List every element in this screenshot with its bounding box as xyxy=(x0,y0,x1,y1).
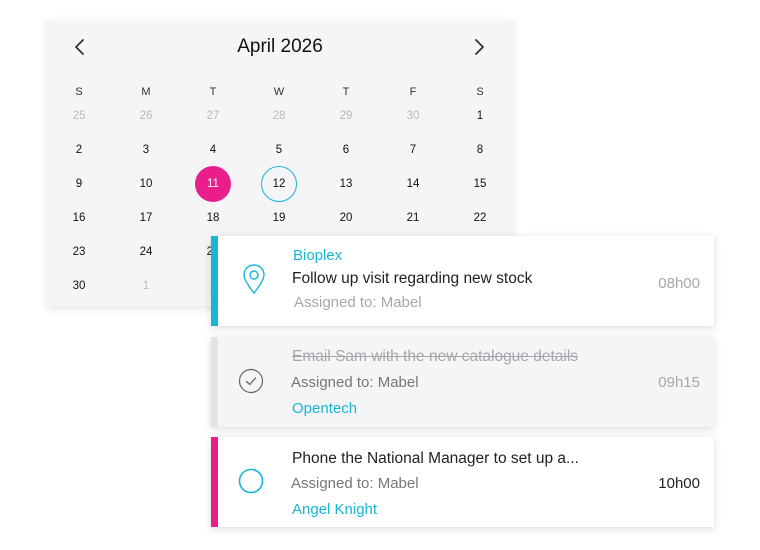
task-accent-bar xyxy=(211,437,218,527)
task-company[interactable]: Bioplex xyxy=(293,247,342,264)
calendar-day[interactable]: 28 xyxy=(261,98,297,134)
calendar-day[interactable]: 10 xyxy=(128,166,164,202)
calendar-day-today[interactable]: 11 xyxy=(195,166,231,202)
task-company[interactable]: Angel Knight xyxy=(292,501,377,518)
task-card-completed[interactable]: Email Sam with the new catalogue details… xyxy=(211,337,714,427)
task-time: 10h00 xyxy=(658,475,700,492)
weekday-label: S xyxy=(75,86,83,98)
calendar-day[interactable]: 30 xyxy=(61,268,97,304)
task-company[interactable]: Opentech xyxy=(292,400,357,417)
calendar-day[interactable]: 15 xyxy=(462,166,498,202)
weekday-label: S xyxy=(476,86,484,98)
calendar-day[interactable]: 1 xyxy=(128,268,164,304)
location-pin-icon xyxy=(241,263,267,300)
calendar-day[interactable]: 16 xyxy=(61,200,97,236)
calendar-day[interactable]: 29 xyxy=(328,98,364,134)
empty-circle-icon[interactable] xyxy=(238,468,264,499)
calendar-day[interactable]: 21 xyxy=(395,200,431,236)
calendar-day[interactable]: 24 xyxy=(128,234,164,270)
calendar-day[interactable]: 5 xyxy=(261,132,297,168)
calendar-day[interactable]: 19 xyxy=(261,200,297,236)
task-time: 08h00 xyxy=(658,275,700,292)
calendar-day[interactable]: 1 xyxy=(462,98,498,134)
task-card[interactable]: Phone the National Manager to set up a..… xyxy=(211,437,714,527)
calendar-day[interactable]: 4 xyxy=(195,132,231,168)
calendar-day[interactable]: 23 xyxy=(61,234,97,270)
calendar-day[interactable]: 2 xyxy=(61,132,97,168)
calendar-day[interactable]: 25 xyxy=(61,98,97,134)
calendar-week-row: 30123456 xyxy=(47,20,513,292)
calendar-day[interactable]: 14 xyxy=(395,166,431,202)
calendar-day[interactable]: 26 xyxy=(128,98,164,134)
checkmark-circle-icon[interactable] xyxy=(238,368,264,399)
calendar-day[interactable]: 8 xyxy=(462,132,498,168)
calendar-day[interactable]: 3 xyxy=(128,132,164,168)
calendar-day[interactable]: 22 xyxy=(462,200,498,236)
calendar-day[interactable]: 27 xyxy=(195,98,231,134)
task-time: 09h15 xyxy=(658,374,700,391)
task-assignee: Assigned to: Mabel xyxy=(294,294,422,311)
calendar-day[interactable]: 30 xyxy=(395,98,431,134)
calendar-day[interactable]: 13 xyxy=(328,166,364,202)
weekday-label: T xyxy=(209,86,217,98)
weekday-label: F xyxy=(409,86,417,98)
task-accent-bar xyxy=(211,337,218,427)
calendar-day[interactable]: 7 xyxy=(395,132,431,168)
calendar-day[interactable]: 20 xyxy=(328,200,364,236)
task-card[interactable]: Bioplex Follow up visit regarding new st… xyxy=(211,236,714,326)
calendar-day[interactable]: 17 xyxy=(128,200,164,236)
task-title: Email Sam with the new catalogue details xyxy=(292,348,579,365)
task-title: Follow up visit regarding new stock xyxy=(292,270,533,287)
task-title: Phone the National Manager to set up a..… xyxy=(292,450,579,467)
calendar-day[interactable]: 18 xyxy=(195,200,231,236)
task-assignee: Assigned to: Mabel xyxy=(291,374,419,391)
task-accent-bar xyxy=(211,236,218,326)
calendar-day-selected[interactable]: 12 xyxy=(261,166,297,202)
calendar-day[interactable]: 9 xyxy=(61,166,97,202)
weekday-label: M xyxy=(141,86,151,98)
weekday-label: W xyxy=(273,86,285,98)
weekday-label: T xyxy=(342,86,350,98)
calendar-day[interactable]: 6 xyxy=(328,132,364,168)
task-assignee: Assigned to: Mabel xyxy=(291,475,419,492)
